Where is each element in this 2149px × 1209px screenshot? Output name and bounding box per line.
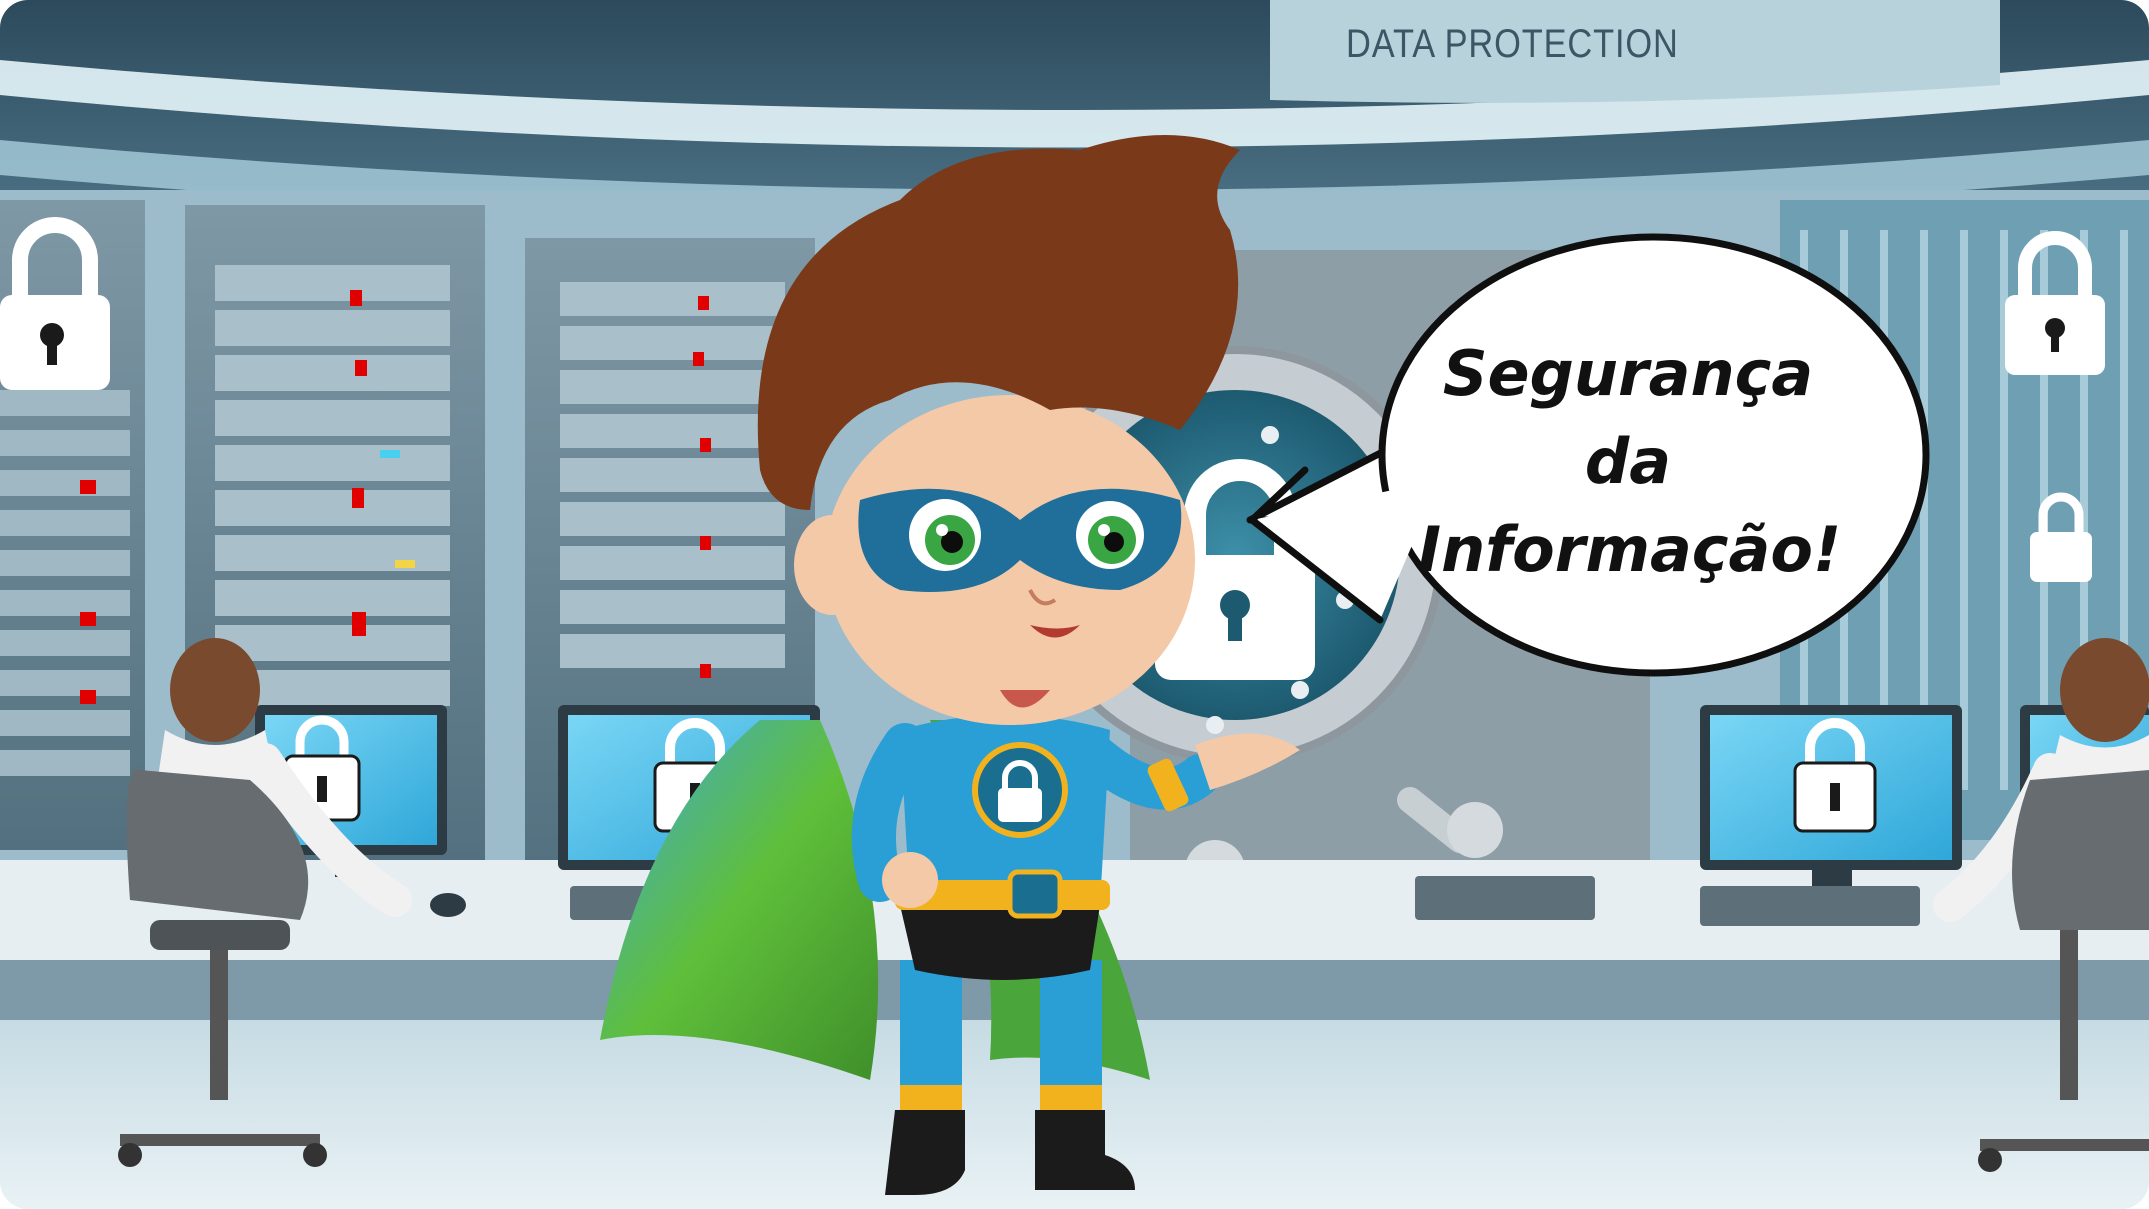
scene-canvas	[0, 0, 2149, 1209]
mouse	[430, 893, 466, 917]
speech-line: Segurança	[1442, 337, 1814, 410]
speech-line: Informação!	[1418, 513, 1842, 586]
illustration: DATA PROTECTION Segurança da Informação!	[0, 0, 2149, 1209]
speech-line: da	[1584, 425, 1672, 498]
speech-bubble-text: Segurança da Informação!	[1418, 330, 1842, 594]
keyboard	[1415, 876, 1595, 920]
data-protection-sign: DATA PROTECTION	[1346, 22, 1679, 66]
monitor	[1700, 705, 1962, 892]
keyboard	[1700, 886, 1920, 926]
